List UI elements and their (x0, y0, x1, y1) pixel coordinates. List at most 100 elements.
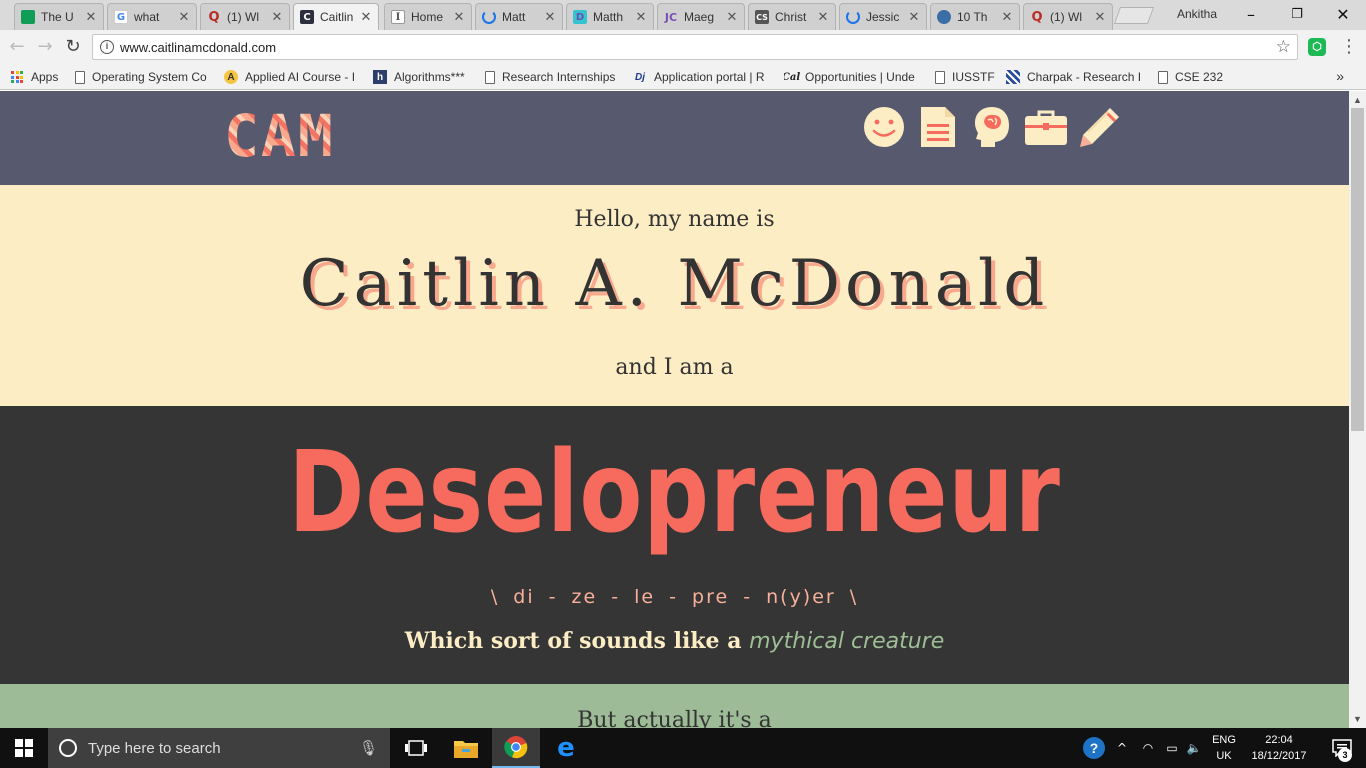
classroom-icon (21, 10, 35, 24)
bookmark-item[interactable]: Cal Opportunities | Unde (784, 69, 921, 85)
close-icon[interactable]: ✕ (1094, 9, 1106, 25)
close-icon[interactable]: ✕ (453, 9, 465, 25)
file-explorer-icon[interactable] (442, 728, 490, 768)
but-actually-text: But actually it's a (577, 708, 772, 728)
close-icon[interactable]: ✕ (817, 9, 829, 25)
browser-tab[interactable]: G what ✕ (107, 3, 197, 30)
bookmark-apps[interactable]: Apps (10, 69, 70, 85)
close-icon[interactable]: ✕ (1001, 9, 1013, 25)
taskbar-search[interactable]: Type here to search 🎙 (48, 728, 390, 768)
cortana-icon (59, 739, 77, 757)
d-icon: D (573, 10, 587, 24)
briefcase-icon[interactable] (1024, 105, 1068, 149)
language-indicator[interactable]: ENG UK (1208, 732, 1240, 764)
bookmark-item[interactable]: Operating System Co (75, 69, 211, 85)
task-view-icon[interactable] (392, 728, 440, 768)
browser-tab[interactable]: I Home ✕ (384, 3, 472, 30)
clock[interactable]: 22:04 18/12/2017 (1244, 732, 1314, 764)
page-icon (485, 70, 495, 84)
back-arrow-icon[interactable]: ← (6, 36, 28, 58)
browser-tab[interactable]: Q (1) Wl ✕ (200, 3, 290, 30)
bookmark-item[interactable]: IUSSTF (935, 69, 999, 85)
and-i-am-text: and I am a (615, 355, 734, 380)
bookmark-item[interactable]: Research Internships (485, 69, 619, 85)
page-icon (935, 70, 945, 84)
restore-icon[interactable]: ❐ (1274, 2, 1320, 28)
windows-start-icon[interactable] (0, 728, 48, 768)
next-section: But actually it's a (0, 684, 1349, 728)
browser-tab[interactable]: JC Maeg ✕ (657, 3, 745, 30)
browser-tab[interactable]: The U ✕ (14, 3, 104, 30)
bookmark-star-icon[interactable]: ☆ (1276, 37, 1291, 57)
loading-icon (482, 10, 496, 24)
page-viewport: CAM Hello, my name is Caitlin A. McDonal… (0, 91, 1349, 728)
site-info-icon[interactable]: i (100, 40, 114, 54)
smiley-icon[interactable] (862, 105, 906, 149)
action-center-icon[interactable]: 3 (1318, 728, 1366, 768)
close-icon[interactable]: ✕ (908, 9, 920, 25)
minimize-icon[interactable]: – (1228, 2, 1274, 28)
new-tab-button[interactable] (1113, 7, 1155, 24)
browser-tab[interactable]: Jessic ✕ (839, 3, 927, 30)
scroll-thumb[interactable] (1351, 108, 1364, 431)
globe-icon (937, 10, 951, 24)
greeting-text: Hello, my name is (574, 207, 775, 232)
sounds-like-text: Which sort of sounds like a mythical cre… (404, 628, 945, 654)
close-icon[interactable]: ✕ (360, 9, 372, 25)
browser-tab-active[interactable]: C Caitlin ✕ (293, 3, 379, 30)
close-window-icon[interactable]: ✕ (1320, 2, 1366, 28)
close-icon[interactable]: ✕ (178, 9, 190, 25)
scroll-down-icon[interactable]: ▼ (1353, 714, 1362, 724)
volume-icon[interactable]: 🔈 (1184, 728, 1204, 768)
url-text[interactable]: www.caitlinamcdonald.com (120, 40, 276, 55)
brain-head-icon[interactable] (970, 105, 1014, 149)
browser-tab[interactable]: Matt ✕ (475, 3, 563, 30)
site-logo[interactable]: CAM (224, 107, 335, 165)
extension-icon[interactable]: ⬡ (1308, 38, 1326, 56)
quora-icon: Q (208, 9, 220, 25)
edge-icon[interactable]: e (542, 728, 590, 768)
forward-arrow-icon[interactable]: → (34, 36, 56, 58)
browser-toolbar: ← → ↻ i www.caitlinamcdonald.com ☆ (0, 30, 1366, 64)
bookmark-item[interactable]: Dj Application portal | R (633, 69, 771, 85)
page-icon (75, 70, 85, 84)
document-icon[interactable] (916, 105, 960, 149)
notification-count: 3 (1338, 748, 1352, 762)
close-icon[interactable]: ✕ (544, 9, 556, 25)
help-icon[interactable]: ? (1080, 728, 1108, 768)
bookmark-item[interactable]: CSE 232 (1158, 69, 1228, 85)
windows-taskbar: Type here to search 🎙 e ? ^ ◠ ▭ 🔈 ENG UK… (0, 728, 1366, 768)
bookmark-item[interactable]: h Algorithms*** (373, 69, 475, 85)
pencil-icon[interactable] (1078, 105, 1122, 149)
wifi-icon[interactable]: ◠ (1138, 728, 1158, 768)
close-icon[interactable]: ✕ (635, 9, 647, 25)
battery-icon[interactable]: ▭ (1160, 728, 1184, 768)
charpak-icon (1006, 70, 1020, 84)
close-icon[interactable]: ✕ (271, 9, 283, 25)
quora-icon: Q (1031, 9, 1043, 25)
cam-site-icon: C (300, 10, 314, 24)
page-scrollbar[interactable]: ▲ ▼ (1349, 91, 1366, 728)
close-icon[interactable]: ✕ (85, 9, 97, 25)
bookmark-item[interactable]: A Applied AI Course - I (224, 69, 362, 85)
address-bar[interactable]: i www.caitlinamcdonald.com ☆ (92, 34, 1298, 60)
profile-name[interactable]: Ankitha (1177, 7, 1217, 21)
name-heading: Caitlin A. McDonald (299, 247, 1050, 321)
chrome-taskbar-icon[interactable] (492, 728, 540, 768)
tab-strip: The U ✕ G what ✕ Q (1) Wl ✕ C Caitlin ✕ … (0, 0, 1366, 30)
page-icon (1158, 70, 1168, 84)
mythical-creature-text: mythical creature (749, 629, 945, 654)
browser-tab[interactable]: 10 Th ✕ (930, 3, 1020, 30)
bookmark-item[interactable]: Charpak - Research I (1006, 69, 1146, 85)
chevron-up-icon[interactable]: ^ (1112, 728, 1132, 768)
chrome-menu-icon[interactable]: ⋮ (1340, 36, 1358, 57)
title-section: Deselopreneur \ di - ze - le - pre - n(y… (0, 406, 1349, 684)
browser-tab[interactable]: D Matth ✕ (566, 3, 654, 30)
more-bookmarks-icon[interactable]: » (1336, 68, 1344, 84)
browser-tab[interactable]: CS Christ ✕ (748, 3, 836, 30)
microphone-icon[interactable]: 🎙 (359, 739, 378, 757)
reload-icon[interactable]: ↻ (62, 36, 84, 58)
close-icon[interactable]: ✕ (726, 9, 738, 25)
browser-tab[interactable]: Q (1) Wl ✕ (1023, 3, 1113, 30)
scroll-up-icon[interactable]: ▲ (1353, 95, 1362, 105)
